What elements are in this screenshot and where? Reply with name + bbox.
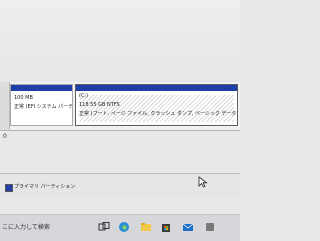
pane-divider [0, 130, 240, 131]
partition-size: 118.55 GB NTFS [79, 102, 120, 108]
task-view-icon[interactable] [98, 221, 110, 233]
partition-status: 正常 (ブート, ページ ファイル, クラッシュ ダンプ, ベーシック データ … [79, 111, 237, 117]
primary-partition-swatch [5, 184, 13, 192]
partition-c-drive[interactable]: (C:) 118.55 GB NTFS 正常 (ブート, ページ ファイル, ク… [75, 84, 238, 126]
partition-size: 100 MB [14, 95, 33, 101]
partition-name: (C:) [79, 93, 89, 99]
edge-icon[interactable] [118, 221, 130, 233]
app-icon[interactable] [204, 221, 216, 233]
file-explorer-icon[interactable] [140, 221, 152, 233]
taskbar-search-box[interactable]: こに入力して検索 [2, 222, 50, 231]
partition-status: 正常 (EFI システム パーティ [14, 104, 72, 110]
legend-label: プライマリ パーティション [14, 184, 76, 190]
mail-icon[interactable] [182, 221, 194, 233]
partition-efi[interactable]: 100 MB 正常 (EFI システム パーティ [10, 84, 73, 126]
mouse-pointer-icon [198, 176, 208, 188]
store-icon[interactable] [160, 221, 172, 233]
disk-label: 0 [3, 133, 7, 140]
disk-info-strip [0, 82, 10, 130]
volume-list-area [0, 0, 240, 82]
